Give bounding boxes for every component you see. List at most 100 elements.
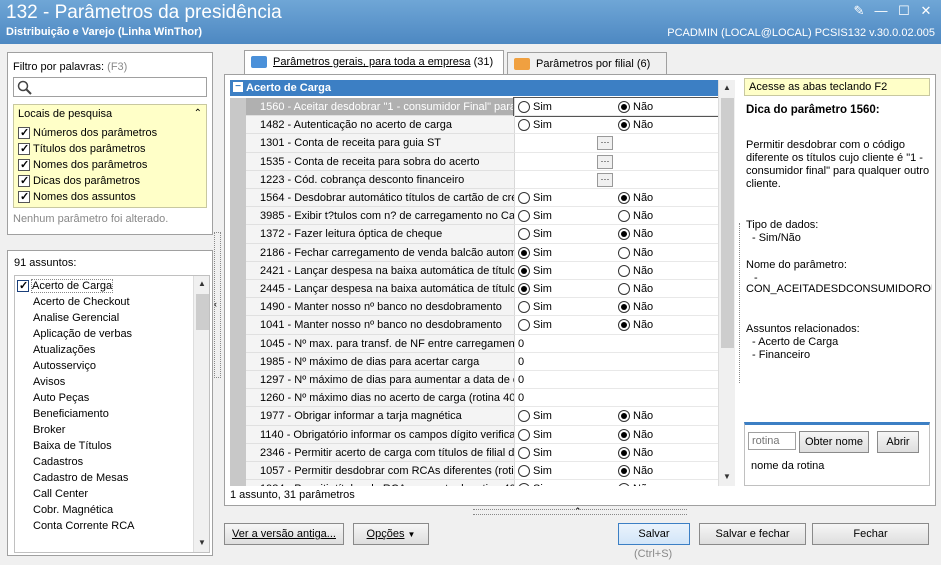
locais-item[interactable]: Dicas dos parâmetros	[18, 173, 203, 189]
param-name[interactable]: 1260 - Nº máximo dias no acerto de carga…	[246, 389, 514, 408]
grid-row[interactable]: 2346 - Permitir acerto de carga com títu…	[230, 443, 718, 462]
edit-icon[interactable]: ✎	[851, 4, 867, 18]
grid-row[interactable]: 1140 - Obrigatório informar os campos dí…	[230, 425, 718, 444]
subject-item[interactable]: Beneficiamento	[15, 406, 193, 422]
radio-sim[interactable]	[518, 246, 530, 259]
tab-parametros-gerais[interactable]: Parâmetros gerais, para toda a empresa (…	[244, 50, 504, 76]
filter-input-box[interactable]	[13, 77, 207, 97]
param-name[interactable]: 1140 - Obrigatório informar os campos dí…	[246, 425, 514, 444]
subject-item[interactable]: Broker	[15, 422, 193, 438]
scroll-down-icon[interactable]: ▼	[194, 535, 209, 551]
grid-row[interactable]: 1301 - Conta de receita para guia ST ···	[230, 134, 718, 153]
radio-nao[interactable]	[618, 428, 630, 441]
radio-sim[interactable]	[518, 101, 530, 113]
radio-nao[interactable]	[618, 101, 630, 113]
grid-row[interactable]: 1057 - Permitir desdobrar com RCAs difer…	[230, 462, 718, 481]
subject-item[interactable]: Cadastro de Mesas	[15, 470, 193, 486]
param-value[interactable]: ···	[514, 170, 718, 189]
radio-sim[interactable]	[518, 483, 530, 486]
radio-sim[interactable]	[518, 264, 530, 277]
radio-sim[interactable]	[518, 228, 530, 241]
lookup-button[interactable]: ···	[597, 136, 613, 151]
grid-group-header[interactable]: − Acerto de Carga	[230, 80, 718, 96]
param-name[interactable]: 1564 - Desdobrar automático títulos de c…	[246, 189, 514, 208]
checkbox[interactable]	[18, 157, 30, 173]
radio-sim[interactable]	[518, 446, 530, 459]
subject-item[interactable]: Acerto de Carga	[15, 278, 193, 294]
radio-sim[interactable]	[518, 428, 530, 441]
radio-nao[interactable]	[618, 483, 630, 486]
open-button[interactable]: Abrir	[877, 431, 919, 453]
radio-nao[interactable]	[618, 210, 630, 223]
old-version-button[interactable]: Ver a versão antiga...	[224, 523, 344, 545]
param-value[interactable]: ···	[514, 152, 718, 171]
grid-row[interactable]: 1984 - Permitir títulos de RCA no acerto…	[230, 480, 718, 486]
checkbox[interactable]	[17, 278, 29, 294]
checkbox[interactable]	[18, 189, 30, 205]
options-button[interactable]: Opções ▼	[353, 523, 429, 545]
grid-row[interactable]: 1297 - Nº máximo de dias para aumentar a…	[230, 371, 718, 390]
grid-row[interactable]: 1260 - Nº máximo dias no acerto de carga…	[230, 389, 718, 408]
param-value[interactable]: Sim Não	[514, 316, 718, 335]
subject-item[interactable]: Auto Peças	[15, 390, 193, 406]
subject-item[interactable]: Analise Gerencial	[15, 310, 193, 326]
param-value[interactable]: Sim Não	[514, 280, 718, 299]
locais-item[interactable]: Títulos dos parâmetros	[18, 141, 203, 157]
grid-row[interactable]: 1564 - Desdobrar automático títulos de c…	[230, 189, 718, 208]
grid-scroll-up-icon[interactable]: ▲	[719, 80, 735, 96]
param-name[interactable]: 3985 - Exibir t?tulos com n? de carregam…	[246, 207, 514, 226]
grid-row[interactable]: 2445 - Lançar despesa na baixa automátic…	[230, 280, 718, 299]
param-name[interactable]: 1223 - Cód. cobrança desconto financeiro	[246, 170, 514, 189]
checkbox[interactable]	[18, 141, 30, 157]
radio-sim[interactable]	[518, 301, 530, 314]
checkbox[interactable]	[18, 173, 30, 189]
radio-nao[interactable]	[618, 246, 630, 259]
subject-item[interactable]: Acerto de Checkout	[15, 294, 193, 310]
param-value[interactable]: 0	[514, 389, 718, 408]
param-value[interactable]: Sim Não	[514, 261, 718, 280]
radio-nao[interactable]	[618, 264, 630, 277]
radio-nao[interactable]	[618, 301, 630, 314]
close-icon[interactable]: ✕	[918, 4, 934, 18]
param-value[interactable]: Sim Não	[514, 425, 718, 444]
maximize-icon[interactable]: ☐	[896, 4, 912, 18]
param-value[interactable]: Sim Não	[514, 480, 718, 486]
param-value[interactable]: Sim Não	[514, 298, 718, 317]
minimize-icon[interactable]: —	[873, 4, 889, 18]
filter-input[interactable]	[34, 79, 204, 95]
grid-row[interactable]: 1535 - Conta de receita para sobra do ac…	[230, 152, 718, 171]
splitter-arrow-icon[interactable]: ‹	[214, 299, 217, 309]
help-splitter[interactable]	[739, 223, 744, 383]
param-name[interactable]: 2421 - Lançar despesa na baixa automátic…	[246, 261, 514, 280]
param-value[interactable]: 0	[514, 371, 718, 390]
radio-nao[interactable]	[618, 192, 630, 204]
param-name[interactable]: 1482 - Autenticação no acerto de carga	[246, 116, 514, 135]
param-value[interactable]: Sim Não	[514, 207, 718, 226]
subject-item[interactable]: Avisos	[15, 374, 193, 390]
routine-input[interactable]	[748, 432, 796, 450]
grid-row[interactable]: 1223 - Cód. cobrança desconto financeiro…	[230, 170, 718, 189]
grid-row[interactable]: 1977 - Obrigar informar a tarja magnétic…	[230, 407, 718, 426]
param-value[interactable]: Sim Não	[514, 462, 718, 481]
locais-item[interactable]: Nomes dos assuntos	[18, 189, 203, 205]
radio-nao[interactable]	[618, 119, 630, 132]
scroll-thumb[interactable]	[196, 294, 209, 330]
param-value[interactable]: Sim Não	[514, 116, 718, 135]
param-name[interactable]: 1985 - Nº máximo de dias para acertar ca…	[246, 352, 514, 371]
close-button[interactable]: Fechar	[812, 523, 929, 545]
param-value[interactable]: Sim Não	[514, 225, 718, 244]
grid-row[interactable]: 1372 - Fazer leitura óptica de cheque Sim…	[230, 225, 718, 244]
splitter-up-icon[interactable]: ⌃	[574, 506, 582, 517]
param-name[interactable]: 1372 - Fazer leitura óptica de cheque	[246, 225, 514, 244]
param-value[interactable]: Sim Não	[514, 407, 718, 426]
grid-scroll-down-icon[interactable]: ▼	[719, 469, 735, 485]
tab-parametros-filial[interactable]: Parâmetros por filial (6)	[507, 52, 667, 76]
radio-sim[interactable]	[518, 410, 530, 423]
subject-item[interactable]: Baixa de Títulos	[15, 438, 193, 454]
subject-item[interactable]: Cadastros	[15, 454, 193, 470]
param-name[interactable]: 1560 - Aceitar desdobrar "1 - consumidor…	[246, 98, 514, 117]
param-name[interactable]: 1297 - Nº máximo de dias para aumentar a…	[246, 371, 514, 390]
param-value[interactable]: Sim Não	[513, 96, 719, 118]
radio-nao[interactable]	[618, 446, 630, 459]
scroll-up-icon[interactable]: ▲	[194, 276, 209, 292]
